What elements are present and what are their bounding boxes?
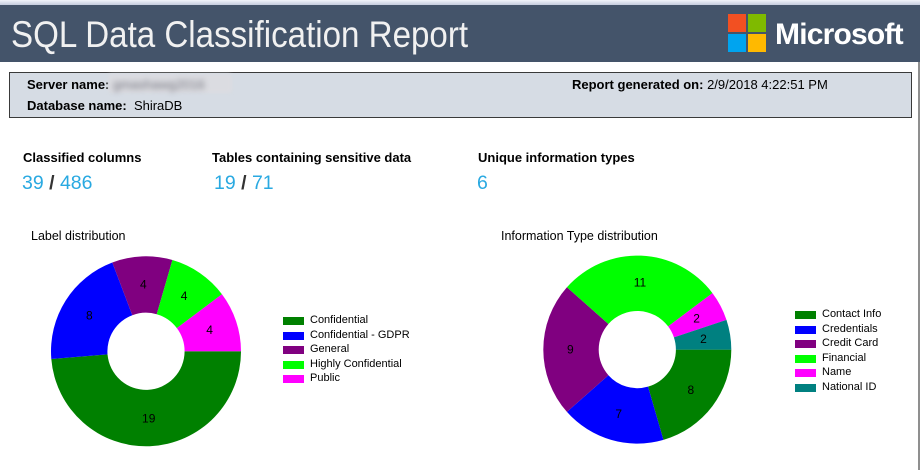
svg-text:19: 19 [142,411,156,425]
svg-text:4: 4 [140,277,147,291]
svg-text:8: 8 [688,383,695,397]
svg-text:4: 4 [181,289,188,303]
svg-text:4: 4 [206,323,213,337]
svg-text:9: 9 [567,343,574,357]
svg-text:2: 2 [693,311,700,325]
svg-text:2: 2 [700,332,707,346]
svg-text:8: 8 [86,308,93,322]
svg-text:11: 11 [634,276,647,290]
svg-text:7: 7 [615,407,622,421]
